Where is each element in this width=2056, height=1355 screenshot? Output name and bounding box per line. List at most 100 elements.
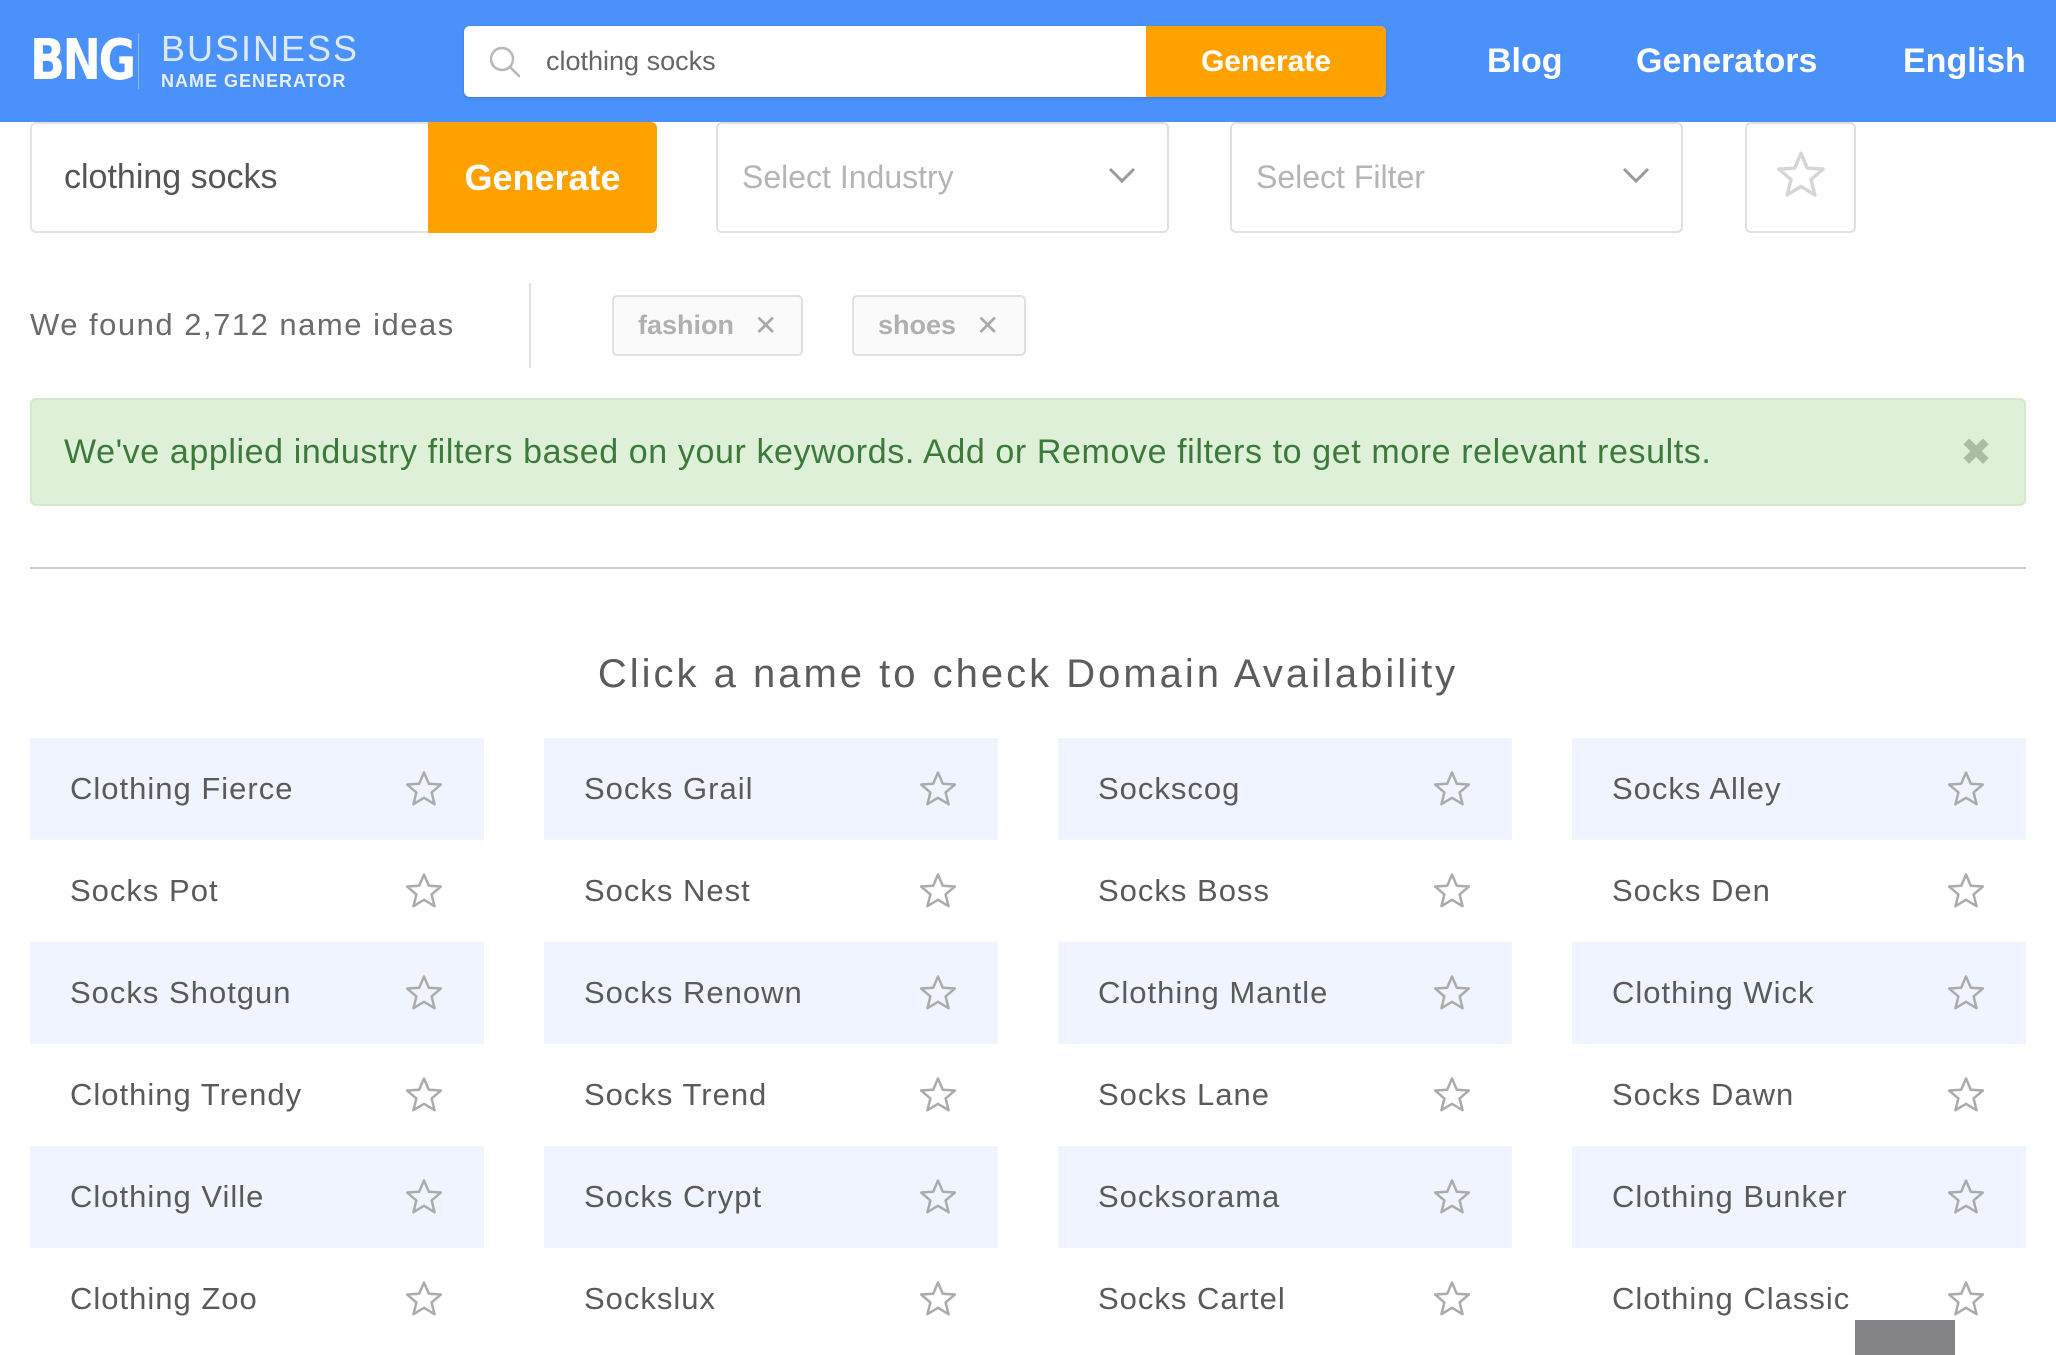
star-icon[interactable] bbox=[916, 1277, 960, 1321]
star-icon[interactable] bbox=[402, 1277, 446, 1321]
name-card[interactable]: Sockslux bbox=[544, 1248, 998, 1350]
star-icon[interactable] bbox=[1944, 1175, 1988, 1219]
name-card[interactable]: Socks Renown bbox=[544, 942, 998, 1044]
name-card[interactable]: Socks Grail bbox=[544, 738, 998, 840]
filter-tag-label: fashion bbox=[638, 310, 735, 340]
chevron-down-icon bbox=[1621, 166, 1651, 189]
name-card[interactable]: Socks Boss bbox=[1058, 840, 1512, 942]
close-icon[interactable]: ✕ bbox=[754, 311, 777, 340]
name-card-label: Socks Shotgun bbox=[70, 975, 292, 1010]
name-card[interactable]: Socks Alley bbox=[1572, 738, 2026, 840]
name-card[interactable]: Socks Trend bbox=[544, 1044, 998, 1146]
star-icon[interactable] bbox=[1944, 869, 1988, 913]
industry-select[interactable]: Select Industry bbox=[716, 122, 1169, 233]
nav-generators[interactable]: Generators bbox=[1636, 38, 1817, 84]
top-header: BNG BUSINESS NAME GENERATOR Generate Blo… bbox=[0, 0, 2056, 122]
name-card[interactable]: Socks Cartel bbox=[1058, 1248, 1512, 1350]
chevron-down-icon bbox=[1107, 166, 1137, 189]
name-card[interactable]: Socks Nest bbox=[544, 840, 998, 942]
filters-alert: We've applied industry filters based on … bbox=[30, 398, 2026, 506]
name-card-label: Clothing Ville bbox=[70, 1179, 265, 1214]
star-icon[interactable] bbox=[1430, 1277, 1474, 1321]
name-card[interactable]: Clothing Mantle bbox=[1058, 942, 1512, 1044]
star-icon[interactable] bbox=[1430, 767, 1474, 811]
name-card-label: Socksorama bbox=[1098, 1179, 1281, 1214]
close-icon[interactable]: ✕ bbox=[976, 311, 999, 340]
star-icon[interactable] bbox=[1944, 1277, 1988, 1321]
close-icon[interactable]: ✖ bbox=[1960, 434, 1992, 472]
logo[interactable]: BNG BUSINESS NAME GENERATOR bbox=[30, 30, 359, 92]
alert-message: We've applied industry filters based on … bbox=[64, 432, 1712, 471]
name-card-label: Clothing Mantle bbox=[1098, 975, 1329, 1010]
name-card-label: Sockslux bbox=[584, 1281, 717, 1316]
industry-select-label: Select Industry bbox=[742, 159, 954, 195]
name-card[interactable]: Clothing Zoo bbox=[30, 1248, 484, 1350]
name-card-label: Socks Nest bbox=[584, 873, 751, 908]
name-card[interactable]: Socks Shotgun bbox=[30, 942, 484, 1044]
star-icon[interactable] bbox=[1430, 869, 1474, 913]
star-icon[interactable] bbox=[402, 1175, 446, 1219]
logo-title: BUSINESS bbox=[161, 28, 360, 69]
name-card-label: Clothing Zoo bbox=[70, 1281, 258, 1316]
name-card-label: Clothing Wick bbox=[1612, 975, 1815, 1010]
nav-language[interactable]: English bbox=[1903, 38, 2026, 84]
name-card-label: Socks Pot bbox=[70, 873, 219, 908]
filter-select-label: Select Filter bbox=[1256, 159, 1425, 195]
star-outline-icon bbox=[1775, 150, 1827, 205]
name-card[interactable]: Socks Lane bbox=[1058, 1044, 1512, 1146]
star-icon[interactable] bbox=[1944, 1073, 1988, 1117]
name-card[interactable]: Sockscog bbox=[1058, 738, 1512, 840]
header-generate-button[interactable]: Generate bbox=[1146, 26, 1386, 97]
name-card[interactable]: Socksorama bbox=[1058, 1146, 1512, 1248]
name-card-label: Socks Lane bbox=[1098, 1077, 1270, 1112]
name-card[interactable]: Clothing Fierce bbox=[30, 738, 484, 840]
nav-blog[interactable]: Blog bbox=[1487, 38, 1563, 84]
name-card-label: Socks Crypt bbox=[584, 1179, 763, 1214]
header-search-input[interactable] bbox=[546, 26, 1146, 97]
name-card[interactable]: Clothing Bunker bbox=[1572, 1146, 2026, 1248]
star-icon[interactable] bbox=[1430, 1073, 1474, 1117]
generate-button[interactable]: Generate bbox=[428, 122, 657, 233]
filter-select[interactable]: Select Filter bbox=[1230, 122, 1683, 233]
divider bbox=[529, 283, 531, 368]
filter-tag-label: shoes bbox=[878, 310, 957, 340]
star-icon[interactable] bbox=[916, 1175, 960, 1219]
star-icon[interactable] bbox=[1430, 1175, 1474, 1219]
logo-mark: BNG bbox=[30, 28, 136, 93]
star-icon[interactable] bbox=[1944, 971, 1988, 1015]
keyword-input[interactable] bbox=[64, 158, 428, 197]
name-card[interactable]: Clothing Wick bbox=[1572, 942, 2026, 1044]
logo-text: BUSINESS NAME GENERATOR bbox=[161, 30, 359, 92]
star-icon[interactable] bbox=[402, 767, 446, 811]
filter-tag-shoes[interactable]: shoes ✕ bbox=[852, 295, 1026, 356]
name-card-label: Clothing Trendy bbox=[70, 1077, 303, 1112]
name-card[interactable]: Socks Crypt bbox=[544, 1146, 998, 1248]
name-card-label: Socks Boss bbox=[1098, 873, 1270, 908]
filter-tag-fashion[interactable]: fashion ✕ bbox=[612, 295, 804, 356]
name-card[interactable]: Clothing Classic bbox=[1572, 1248, 2026, 1350]
star-icon[interactable] bbox=[916, 1073, 960, 1117]
star-icon[interactable] bbox=[402, 1073, 446, 1117]
name-card-label: Socks Renown bbox=[584, 975, 803, 1010]
logo-divider bbox=[138, 33, 139, 89]
name-card-label: Socks Dawn bbox=[1612, 1077, 1795, 1112]
name-card[interactable]: Socks Den bbox=[1572, 840, 2026, 942]
star-icon[interactable] bbox=[916, 767, 960, 811]
name-card[interactable]: Clothing Trendy bbox=[30, 1044, 484, 1146]
star-icon[interactable] bbox=[1430, 971, 1474, 1015]
star-icon[interactable] bbox=[916, 869, 960, 913]
scroll-to-top-button[interactable] bbox=[1855, 1320, 1955, 1355]
name-card-label: Socks Grail bbox=[584, 771, 754, 806]
search-icon bbox=[464, 26, 546, 97]
star-icon[interactable] bbox=[402, 869, 446, 913]
star-icon[interactable] bbox=[1944, 767, 1988, 811]
name-card[interactable]: Socks Pot bbox=[30, 840, 484, 942]
star-icon[interactable] bbox=[916, 971, 960, 1015]
name-card[interactable]: Socks Dawn bbox=[1572, 1044, 2026, 1146]
results-count: We found 2,712 name ideas bbox=[30, 307, 455, 342]
name-card[interactable]: Clothing Ville bbox=[30, 1146, 484, 1248]
section-divider bbox=[30, 567, 2026, 569]
star-icon[interactable] bbox=[402, 971, 446, 1015]
name-card-label: Clothing Fierce bbox=[70, 771, 294, 806]
favorites-button[interactable] bbox=[1745, 122, 1856, 233]
